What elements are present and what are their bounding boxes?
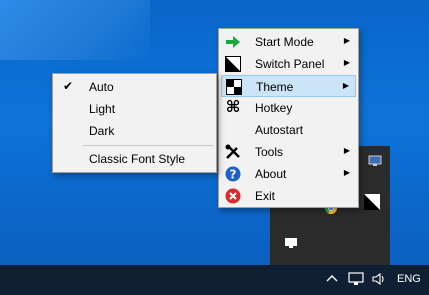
taskbar	[0, 265, 429, 295]
menu-item-about[interactable]: ? About ▶	[221, 163, 356, 185]
menu-separator	[83, 145, 214, 146]
menu-item-label: Start Mode	[255, 35, 314, 49]
green-arrow-icon	[226, 36, 240, 48]
tools-icon	[225, 144, 240, 159]
menu-item-label: Auto	[89, 80, 114, 94]
menu-item-switch-panel[interactable]: Switch Panel ▶	[221, 53, 356, 75]
menu-item-start-mode[interactable]: Start Mode ▶	[221, 31, 356, 53]
volume-icon[interactable]	[371, 272, 387, 289]
submenu-arrow-icon: ▶	[343, 36, 350, 45]
help-icon: ?	[225, 166, 241, 182]
submenu-arrow-icon: ▶	[342, 81, 349, 90]
menu-item-tools[interactable]: Tools ▶	[221, 141, 356, 163]
menu-item-autostart[interactable]: Autostart	[221, 119, 356, 141]
menu-item-label: Theme	[256, 80, 294, 94]
chevron-up-icon[interactable]	[326, 272, 338, 286]
display-app-icon[interactable]	[368, 154, 382, 168]
menu-item-hotkey[interactable]: ⌘ Hotkey	[221, 97, 356, 119]
theme-option-dark[interactable]: Dark	[55, 120, 214, 142]
contrast-app-icon[interactable]	[364, 194, 380, 210]
submenu-arrow-icon: ▶	[343, 58, 350, 67]
checkerboard-icon	[226, 79, 242, 95]
menu-item-label: Classic Font Style	[89, 152, 186, 166]
menu-item-label: Exit	[255, 189, 276, 203]
svg-text:?: ?	[230, 168, 237, 182]
menu-item-label: Tools	[255, 145, 284, 159]
menu-item-label: Light	[89, 102, 116, 116]
theme-option-auto[interactable]: ✔ Auto	[55, 76, 214, 98]
tray-context-menu: Start Mode ▶ Switch Panel ▶ Theme ▶ ⌘ Ho…	[218, 28, 359, 208]
menu-item-label: Autostart	[255, 123, 304, 137]
command-key-icon: ⌘	[225, 99, 241, 116]
network-icon[interactable]	[348, 272, 364, 289]
menu-item-exit[interactable]: Exit	[221, 185, 356, 207]
menu-item-theme[interactable]: Theme ▶	[221, 75, 356, 97]
menu-item-label: Hotkey	[255, 101, 293, 115]
theme-option-classic-font[interactable]: Classic Font Style	[55, 148, 214, 170]
submenu-arrow-icon: ▶	[343, 168, 350, 177]
monitor-app-icon[interactable]	[284, 236, 298, 250]
theme-submenu: ✔ Auto Light Dark Classic Font Style	[52, 73, 217, 173]
menu-item-label: Switch Panel	[255, 57, 325, 71]
checkmark-icon: ✔	[63, 79, 74, 93]
theme-option-light[interactable]: Light	[55, 98, 214, 120]
contrast-triangle-icon	[225, 56, 241, 72]
menu-item-label: Dark	[89, 124, 115, 138]
language-indicator[interactable]: ENG	[397, 273, 421, 285]
menu-item-label: About	[255, 167, 287, 181]
exit-icon	[225, 188, 241, 204]
submenu-arrow-icon: ▶	[343, 146, 350, 155]
windows-logo-glow	[0, 0, 150, 60]
